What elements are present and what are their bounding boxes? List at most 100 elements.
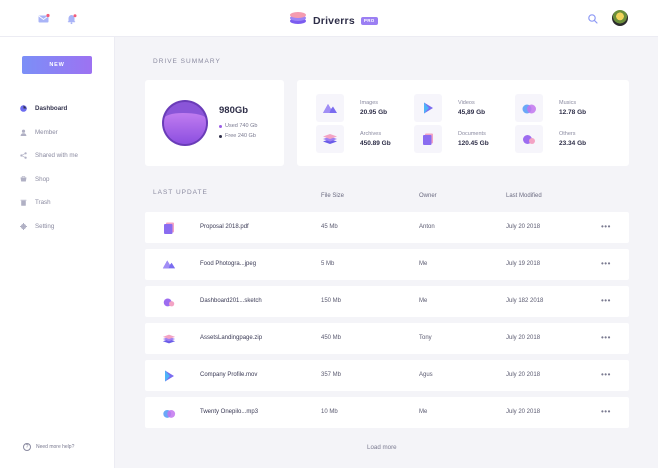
- used-legend: Used 740 Gb: [219, 123, 257, 129]
- sidebar-nav: Dashboard Member Shared with me Shop Tra…: [20, 97, 78, 238]
- sidebar: NEW Dashboard Member Shared with me Shop…: [0, 37, 115, 468]
- more-options-button[interactable]: •••: [601, 333, 611, 342]
- more-options-button[interactable]: •••: [601, 407, 611, 416]
- category-documents[interactable]: Documents 120.45 Gb: [414, 125, 489, 153]
- category-musics[interactable]: Musics 12.78 Gb: [515, 94, 586, 122]
- drive-summary-title: DRIVE SUMMARY: [153, 58, 221, 65]
- sidebar-item-label: Member: [35, 128, 58, 136]
- file-size: 5 Mb: [321, 261, 335, 267]
- free-label: Free 240 Gb: [225, 133, 256, 139]
- column-header-owner[interactable]: Owner: [419, 193, 437, 199]
- column-header-file-size[interactable]: File Size: [321, 193, 344, 199]
- logo-icon: [289, 11, 307, 30]
- sidebar-item-label: Setting: [35, 222, 55, 230]
- used-dot: [219, 124, 222, 128]
- file-size: 150 Mb: [321, 298, 342, 304]
- sidebar-item-shop[interactable]: Shop: [20, 168, 78, 192]
- file-name: Twenty Onepilo...mp3: [200, 409, 259, 415]
- archive-icon: [162, 332, 176, 346]
- new-button[interactable]: NEW: [22, 56, 92, 74]
- share-icon: [20, 152, 27, 160]
- file-name: Food Photogra...jpeg: [200, 261, 257, 267]
- category-images[interactable]: Images 20.95 Gb: [316, 94, 387, 122]
- trash-icon: [20, 199, 27, 207]
- column-header-last-modified[interactable]: Last Modified: [506, 193, 542, 199]
- avatar[interactable]: [612, 10, 628, 26]
- file-name: Dashboard201...sketch: [200, 298, 262, 304]
- categories-card: Images 20.95 Gb Videos 45,89 Gb Musics 12.7…: [297, 80, 629, 166]
- file-size: 10 Mb: [321, 409, 338, 415]
- file-modified: July 20 2018: [506, 224, 541, 230]
- music-icon: [515, 94, 543, 122]
- sidebar-item-label: Dashboard: [35, 105, 68, 113]
- category-videos[interactable]: Videos 45,89 Gb: [414, 94, 485, 122]
- file-owner: Me: [419, 298, 428, 304]
- archive-icon: [316, 125, 344, 153]
- file-size: 450 Mb: [321, 335, 342, 341]
- file-modified: July 182 2018: [506, 298, 544, 304]
- gear-icon: [20, 222, 27, 230]
- last-update-title: LAST UPDATE: [153, 189, 208, 196]
- music-icon: [162, 406, 176, 420]
- more-options-button[interactable]: •••: [601, 296, 611, 305]
- search-icon[interactable]: [587, 12, 599, 24]
- free-dot: [219, 134, 222, 138]
- top-bar: Driverrs PRO: [0, 0, 658, 37]
- file-size: 357 Mb: [321, 372, 342, 378]
- pro-badge: PRO: [360, 16, 378, 25]
- more-options-button[interactable]: •••: [601, 259, 611, 268]
- file-owner: Agus: [419, 372, 433, 378]
- file-modified: July 19 2018: [506, 261, 541, 267]
- category-archives[interactable]: Archives 450.89 Gb: [316, 125, 391, 153]
- file-size: 45 Mb: [321, 224, 338, 230]
- file-owner: Anton: [419, 224, 435, 230]
- mail-icon[interactable]: [38, 12, 50, 24]
- document-icon: [414, 125, 442, 153]
- video-icon: [414, 94, 442, 122]
- sidebar-item-label: Shop: [35, 175, 50, 183]
- file-name: Proposal 2018.pdf: [200, 224, 249, 230]
- file-owner: Tony: [419, 335, 432, 341]
- other-icon: [515, 125, 543, 153]
- storage-total: 980Gb: [219, 105, 249, 116]
- user-icon: [20, 129, 27, 136]
- category-others[interactable]: Others 23.34 Gb: [515, 125, 586, 153]
- file-owner: Me: [419, 261, 428, 267]
- storage-chart: [164, 102, 206, 144]
- table-row[interactable]: Proposal 2018.pdf 45 Mb Anton July 20 20…: [145, 212, 629, 243]
- sidebar-item-member[interactable]: Member: [20, 121, 78, 145]
- image-icon: [316, 94, 344, 122]
- sidebar-item-setting[interactable]: Setting: [20, 215, 78, 239]
- file-owner: Me: [419, 409, 428, 415]
- dashboard-icon: [20, 105, 27, 113]
- help-icon: ?: [23, 443, 31, 451]
- other-icon: [162, 295, 176, 309]
- image-icon: [162, 258, 176, 272]
- file-name: AssetsLandingpage.zip: [200, 335, 263, 341]
- file-modified: July 20 2018: [506, 372, 541, 378]
- free-legend: Free 240 Gb: [219, 133, 256, 139]
- load-more-button[interactable]: Load more: [367, 444, 397, 451]
- cart-icon: [20, 175, 27, 183]
- table-row[interactable]: Dashboard201...sketch 150 Mb Me July 182…: [145, 286, 629, 317]
- app-title: Driverrs: [313, 14, 355, 27]
- document-icon: [162, 221, 176, 235]
- file-name: Company Profile.mov: [200, 372, 258, 378]
- more-options-button[interactable]: •••: [601, 222, 611, 231]
- sidebar-item-dashboard[interactable]: Dashboard: [20, 97, 78, 121]
- sidebar-item-label: Shared with me: [35, 152, 78, 160]
- file-modified: July 20 2018: [506, 409, 541, 415]
- sidebar-item-shared[interactable]: Shared with me: [20, 144, 78, 168]
- sidebar-item-trash[interactable]: Trash: [20, 191, 78, 215]
- table-row[interactable]: Twenty Onepilo...mp3 10 Mb Me July 20 20…: [145, 397, 629, 428]
- table-row[interactable]: Food Photogra...jpeg 5 Mb Me July 19 201…: [145, 249, 629, 280]
- bell-icon[interactable]: [66, 12, 78, 25]
- table-row[interactable]: AssetsLandingpage.zip 450 Mb Tony July 2…: [145, 323, 629, 354]
- file-modified: July 20 2018: [506, 335, 541, 341]
- brand[interactable]: Driverrs PRO: [289, 11, 378, 30]
- video-icon: [162, 369, 176, 383]
- used-label: Used 740 Gb: [225, 123, 258, 129]
- help-link[interactable]: ? Need more help?: [23, 443, 74, 451]
- table-row[interactable]: Company Profile.mov 357 Mb Agus July 20 …: [145, 360, 629, 391]
- more-options-button[interactable]: •••: [601, 370, 611, 379]
